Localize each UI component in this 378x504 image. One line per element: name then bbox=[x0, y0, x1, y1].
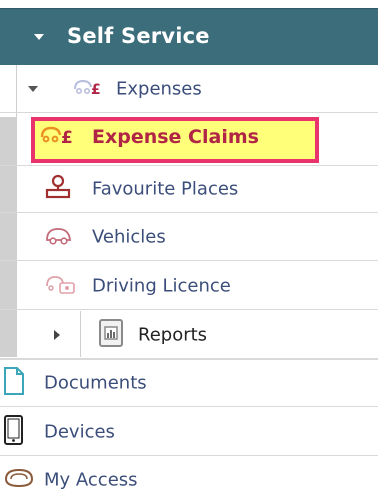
tree-item-driving-licence[interactable]: Driving Licence bbox=[0, 262, 378, 310]
tree-item-reports[interactable]: Reports bbox=[0, 311, 378, 359]
svg-text:£: £ bbox=[91, 82, 101, 97]
id-card-icon bbox=[44, 273, 76, 299]
expand-caret-icon[interactable] bbox=[54, 330, 60, 340]
tree-item-favourite-places[interactable]: Favourite Places bbox=[0, 165, 378, 213]
car-icon bbox=[44, 224, 74, 250]
tree-item-expenses[interactable]: £ Expenses bbox=[0, 65, 378, 113]
expand-caret-icon[interactable] bbox=[28, 86, 38, 92]
tree-item-label: Documents bbox=[44, 372, 147, 394]
tree-item-label: Driving Licence bbox=[92, 275, 231, 296]
car-pound-icon: £ bbox=[40, 124, 80, 150]
tree-item-devices[interactable]: Devices bbox=[0, 408, 378, 456]
svg-text:£: £ bbox=[61, 128, 73, 146]
tree-item-label: Expense Claims bbox=[92, 126, 259, 148]
tree-item-documents[interactable]: Documents bbox=[0, 359, 378, 407]
tree-item-label: Reports bbox=[138, 324, 208, 345]
tree-item-label: Expenses bbox=[116, 78, 202, 99]
document-icon bbox=[2, 366, 26, 400]
chevron-down-icon[interactable] bbox=[34, 34, 44, 40]
tree-item-vehicles[interactable]: Vehicles bbox=[0, 213, 378, 261]
self-service-header[interactable]: Self Service bbox=[0, 8, 378, 65]
mobile-device-icon bbox=[3, 414, 25, 450]
report-icon bbox=[97, 318, 125, 352]
tree-divider bbox=[80, 311, 81, 357]
self-service-panel: Self Service £ Expenses £ Expense Claims… bbox=[0, 0, 378, 497]
car-pound-icon: £ bbox=[72, 77, 106, 101]
tree-item-label: My Access bbox=[44, 469, 138, 491]
tree-item-label: Favourite Places bbox=[92, 178, 239, 200]
tree-item-label: Devices bbox=[44, 421, 115, 442]
map-pin-icon bbox=[44, 174, 72, 204]
tree-item-expense-claims[interactable]: £ Expense Claims bbox=[0, 113, 378, 161]
tree-item-label: Vehicles bbox=[92, 226, 166, 247]
section-title: Self Service bbox=[67, 24, 210, 48]
access-icon bbox=[2, 465, 36, 495]
